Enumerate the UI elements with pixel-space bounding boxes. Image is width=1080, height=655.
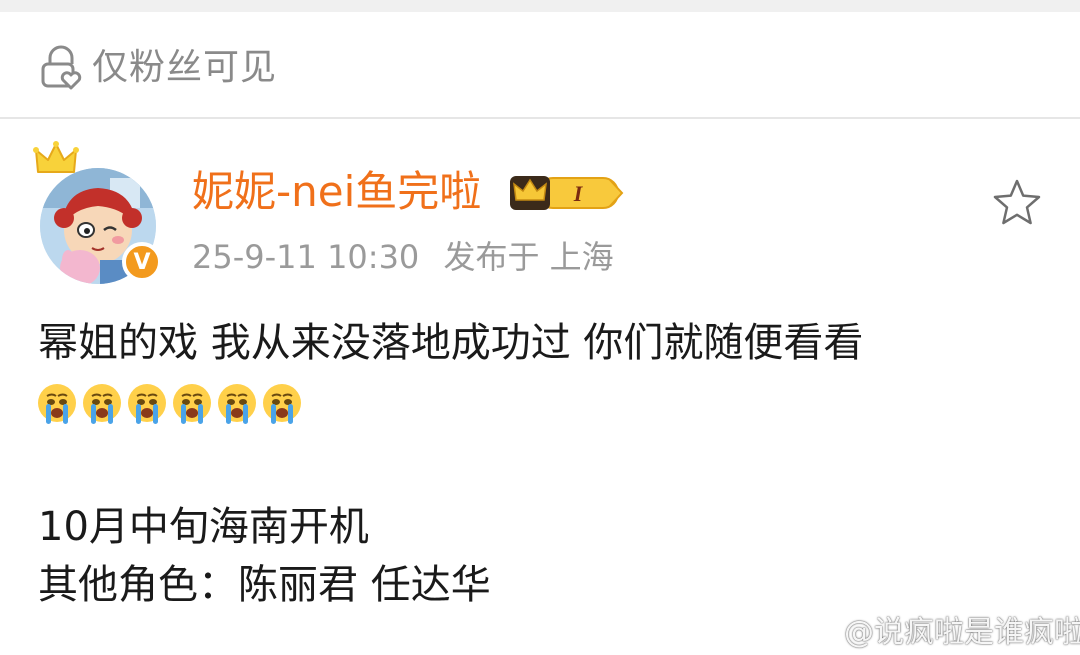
visibility-label: 仅粉丝可见 (92, 47, 278, 88)
crying-face-icon (38, 384, 76, 424)
post-text-line2: 10月中旬海南开机 (38, 504, 369, 550)
crying-face-icon (218, 384, 256, 424)
post-meta: 25-9-11 10:30 发布于 上海 (192, 236, 628, 278)
lock-heart-icon (41, 45, 82, 90)
avatar[interactable]: V (28, 140, 168, 284)
watermark-text: @说疯啦是谁疯啦 (844, 615, 1080, 650)
crying-face-icon (173, 384, 211, 424)
weibo-logo-icon (801, 615, 838, 644)
divider (0, 117, 1080, 119)
crying-face-icon (83, 384, 121, 424)
verified-badge: V (122, 242, 162, 282)
vip-badge-icon[interactable]: I (506, 170, 626, 216)
username[interactable]: 妮妮-nei鱼完啦 (192, 166, 481, 218)
post-timestamp: 25-9-11 10:30 (192, 238, 420, 276)
post-text-line1: 幂姐的戏 我从来没落地成功过 你们就随便看看 (38, 320, 864, 366)
post-text-line3: 其他角色：陈丽君 任达华 (38, 562, 491, 608)
vip-level-text: I (573, 181, 584, 206)
crown-icon (33, 141, 79, 173)
visibility-bar: 仅粉丝可见 (0, 12, 1080, 117)
watermark: @说疯啦是谁疯啦 (800, 608, 1080, 650)
star-outline-icon[interactable] (990, 176, 1044, 230)
emoji-row (36, 382, 303, 432)
post-location: 发布于 上海 (443, 238, 614, 276)
crying-face-icon (263, 384, 301, 424)
crying-face-icon (128, 384, 166, 424)
top-strip (0, 0, 1080, 12)
